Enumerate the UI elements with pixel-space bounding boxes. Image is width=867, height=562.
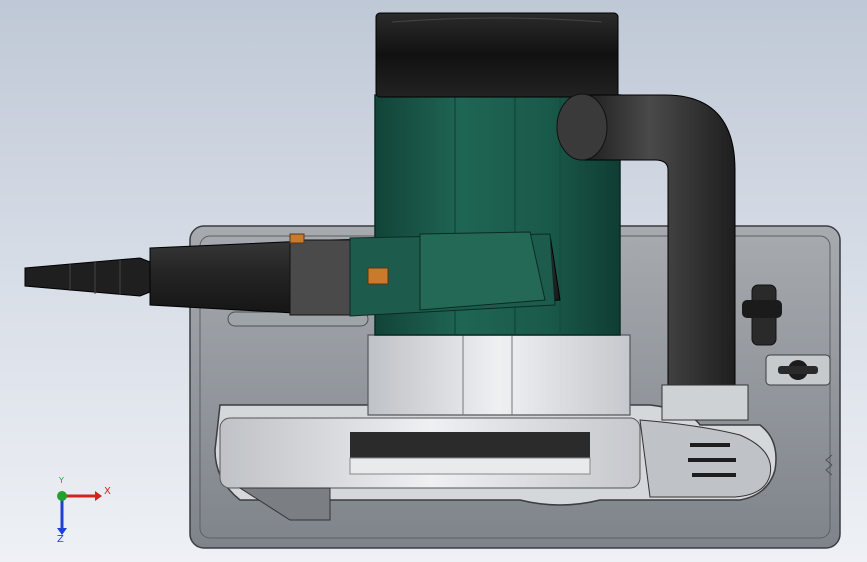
- 3d-viewport[interactable]: X Y Z: [0, 0, 867, 562]
- trigger-switch[interactable]: [367, 267, 389, 285]
- coordinate-triad: X Y Z: [40, 476, 120, 548]
- motor-cap[interactable]: [375, 12, 619, 98]
- y-axis-dot: [57, 491, 67, 501]
- cord-strain-relief: [24, 257, 151, 297]
- lock-button[interactable]: [289, 233, 305, 244]
- x-axis-label: X: [104, 486, 111, 497]
- y-axis-label: Y: [59, 476, 64, 485]
- power-tool-model[interactable]: [0, 0, 867, 562]
- motor-collar: [367, 334, 631, 416]
- z-axis-label: Z: [57, 534, 64, 545]
- depth-adjust-knob[interactable]: [765, 354, 831, 386]
